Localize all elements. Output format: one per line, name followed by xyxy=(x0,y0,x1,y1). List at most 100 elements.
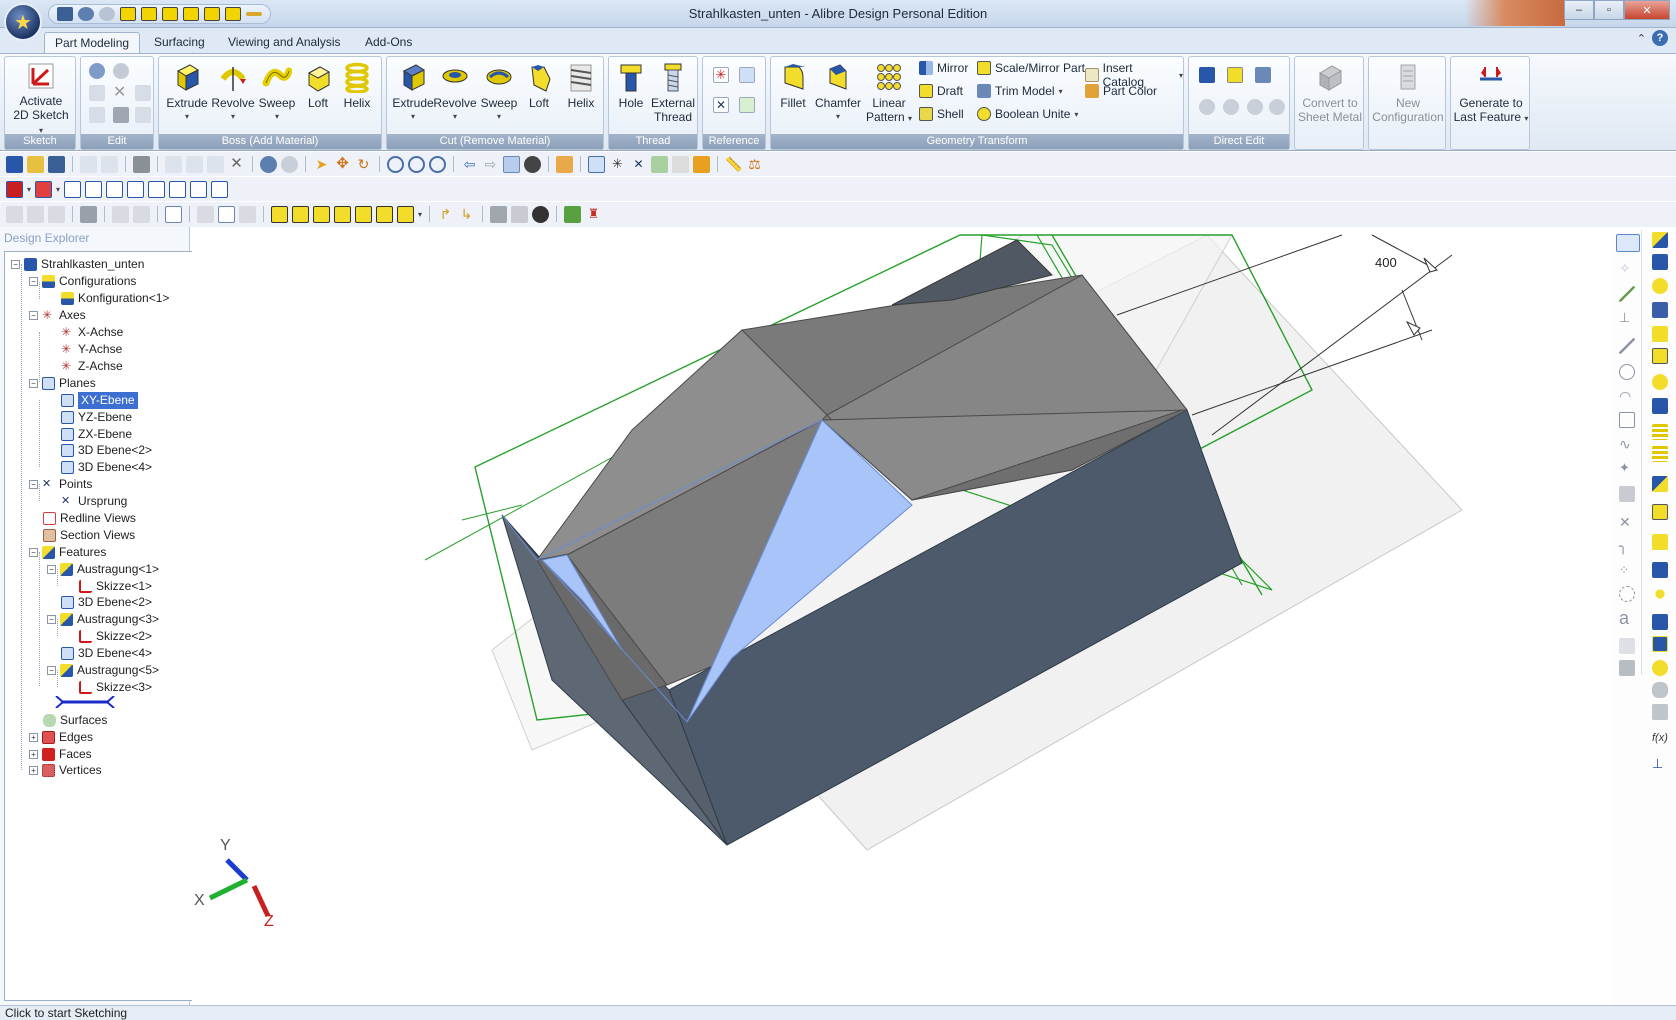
delete-icon[interactable]: ✕ xyxy=(113,85,129,101)
mass-properties-icon[interactable]: ⚖ xyxy=(746,156,763,173)
application-menu-button[interactable]: ★ xyxy=(4,3,42,41)
thread-icon[interactable] xyxy=(1652,446,1668,462)
view-iso-icon[interactable] xyxy=(271,205,288,223)
text-tool-icon[interactable]: a xyxy=(1619,609,1635,627)
delete-icon[interactable]: ✕ xyxy=(228,155,245,173)
sweep-icon[interactable] xyxy=(1652,278,1668,294)
green-edge-3[interactable] xyxy=(461,504,523,521)
chevron-down-icon[interactable]: ▾ xyxy=(56,185,60,194)
material-icon[interactable] xyxy=(693,155,710,173)
spline-tool-icon[interactable]: ∿ xyxy=(1619,436,1635,452)
measure-icon[interactable]: 📏 xyxy=(725,156,742,173)
sketch-tool-7-icon[interactable] xyxy=(190,180,208,198)
properties-icon[interactable] xyxy=(672,155,689,173)
model-view[interactable]: 400 Y X Z xyxy=(192,230,1612,1006)
pattern-sketch-icon[interactable]: ⁘ xyxy=(1619,562,1635,578)
rollback-marker[interactable] xyxy=(55,695,115,709)
sketch-mode-icon[interactable] xyxy=(1616,234,1640,252)
constraint-1-icon[interactable] xyxy=(6,205,23,223)
snap-tool-icon[interactable]: ✦ xyxy=(1619,460,1635,476)
plane-icon[interactable] xyxy=(739,67,755,83)
show-hide-icon[interactable] xyxy=(564,205,582,223)
trim-icon[interactable] xyxy=(239,205,256,223)
offset-face-icon[interactable] xyxy=(1227,67,1243,83)
view-front-icon[interactable] xyxy=(292,205,309,223)
grid-display-icon[interactable] xyxy=(218,205,235,223)
tab-surfacing[interactable]: Surfacing xyxy=(144,32,215,53)
grid-snap-icon[interactable] xyxy=(165,205,182,223)
convert-to-sheet-metal-button[interactable]: Convert to Sheet Metal xyxy=(1297,61,1363,124)
tab-viewing-analysis[interactable]: Viewing and Analysis xyxy=(218,32,351,53)
mirror-icon[interactable] xyxy=(1652,614,1668,630)
csys-icon[interactable] xyxy=(651,155,668,173)
tree-konfiguration-1[interactable]: Konfiguration<1> xyxy=(61,290,169,307)
tree-x-achse[interactable]: ✳ X-Achse xyxy=(61,324,123,341)
constraint-5-icon[interactable] xyxy=(112,205,129,223)
appearance-icon[interactable] xyxy=(556,155,573,173)
axis-icon[interactable]: ✳ xyxy=(713,67,729,83)
tree-vertices[interactable]: + Vertices xyxy=(29,762,102,779)
helix-icon[interactable] xyxy=(1652,424,1668,440)
scale-mirror-part-button[interactable]: Scale/Mirror Part xyxy=(977,61,1085,75)
insert-image-icon[interactable] xyxy=(1619,638,1635,654)
dimension-line-5[interactable] xyxy=(1401,289,1423,341)
hole-button[interactable]: Hole xyxy=(611,61,651,110)
coordinate-system-icon[interactable] xyxy=(739,97,755,113)
constraint-4-icon[interactable] xyxy=(80,205,97,223)
sketch-tool-5-icon[interactable] xyxy=(148,180,166,198)
block-tool-icon[interactable] xyxy=(1619,486,1635,502)
sketch-tool-2-icon[interactable] xyxy=(85,180,103,198)
external-thread-button[interactable]: External Thread xyxy=(649,61,697,124)
zoom-fit-icon[interactable] xyxy=(429,155,446,173)
sweep-cut-icon[interactable] xyxy=(1652,374,1668,390)
maximize-button[interactable]: ▫ xyxy=(1594,0,1624,20)
expand-icon[interactable]: + xyxy=(29,733,38,742)
normal-to-icon[interactable]: ↱ xyxy=(437,206,454,223)
extrude-icon[interactable] xyxy=(1652,232,1668,248)
collapse-icon[interactable]: − xyxy=(11,260,20,269)
hole-icon[interactable] xyxy=(1652,534,1668,550)
collapse-icon[interactable]: − xyxy=(47,565,56,574)
boss-revolve-button[interactable]: Revolve ▾ xyxy=(209,61,257,124)
open-folder-icon[interactable] xyxy=(27,155,44,173)
fillet-button[interactable]: Fillet xyxy=(773,61,813,110)
minimize-button[interactable]: – xyxy=(1564,0,1594,20)
view-top-icon[interactable] xyxy=(334,205,351,223)
thicken-icon[interactable] xyxy=(1652,704,1668,720)
fillet-icon[interactable] xyxy=(1652,476,1668,492)
tree-austragung-3[interactable]: − Austragung<3> xyxy=(47,611,159,628)
cut-sweep-button[interactable]: Sweep ▾ xyxy=(475,61,523,124)
shell-button[interactable]: Shell xyxy=(919,107,964,121)
cut-icon[interactable] xyxy=(1652,302,1668,318)
point-icon[interactable]: ✕ xyxy=(713,97,729,113)
tree-skizze-2[interactable]: Skizze<2> xyxy=(79,628,152,645)
cut-extrude-button[interactable]: Extrude ▾ xyxy=(389,61,437,124)
loft-icon[interactable] xyxy=(1652,326,1668,342)
undo-icon[interactable] xyxy=(89,63,105,79)
fillet-sketch-icon[interactable]: ╮ xyxy=(1619,538,1635,554)
equation-icon[interactable]: f(x) xyxy=(1652,730,1668,746)
shell-icon[interactable] xyxy=(1652,398,1668,414)
rectangle-tool-icon[interactable] xyxy=(1619,412,1635,428)
tree-xy-ebene[interactable]: XY-Ebene xyxy=(61,392,138,409)
sketch-tool-3-icon[interactable] xyxy=(106,180,124,198)
draft-button[interactable]: Draft xyxy=(919,84,963,98)
view-bottom-icon[interactable] xyxy=(355,205,372,223)
activate-2d-sketch-button[interactable]: Activate 2D Sketch ▾ xyxy=(11,61,71,138)
redo-icon[interactable] xyxy=(113,63,129,79)
scale-face-icon[interactable] xyxy=(1269,99,1285,115)
chamfer-button[interactable]: Chamfer ▾ xyxy=(813,61,863,124)
assembly-icon[interactable] xyxy=(35,180,53,198)
collapse-icon[interactable]: − xyxy=(29,480,38,489)
tree-features[interactable]: − Features xyxy=(29,544,106,561)
tree-zx-ebene[interactable]: ZX-Ebene xyxy=(61,426,132,443)
loft-cut-icon[interactable] xyxy=(1652,348,1668,364)
expand-icon[interactable]: + xyxy=(29,766,38,775)
regenerate-icon[interactable]: ⊥ xyxy=(1652,756,1668,772)
offset-tool-icon[interactable] xyxy=(1619,586,1635,602)
construction-line-icon[interactable] xyxy=(1619,338,1635,354)
3d-viewport[interactable]: 400 Y X Z xyxy=(192,230,1612,1006)
view-back-icon[interactable] xyxy=(313,205,330,223)
split-icon[interactable] xyxy=(1652,682,1668,698)
cut-icon[interactable] xyxy=(89,107,105,123)
